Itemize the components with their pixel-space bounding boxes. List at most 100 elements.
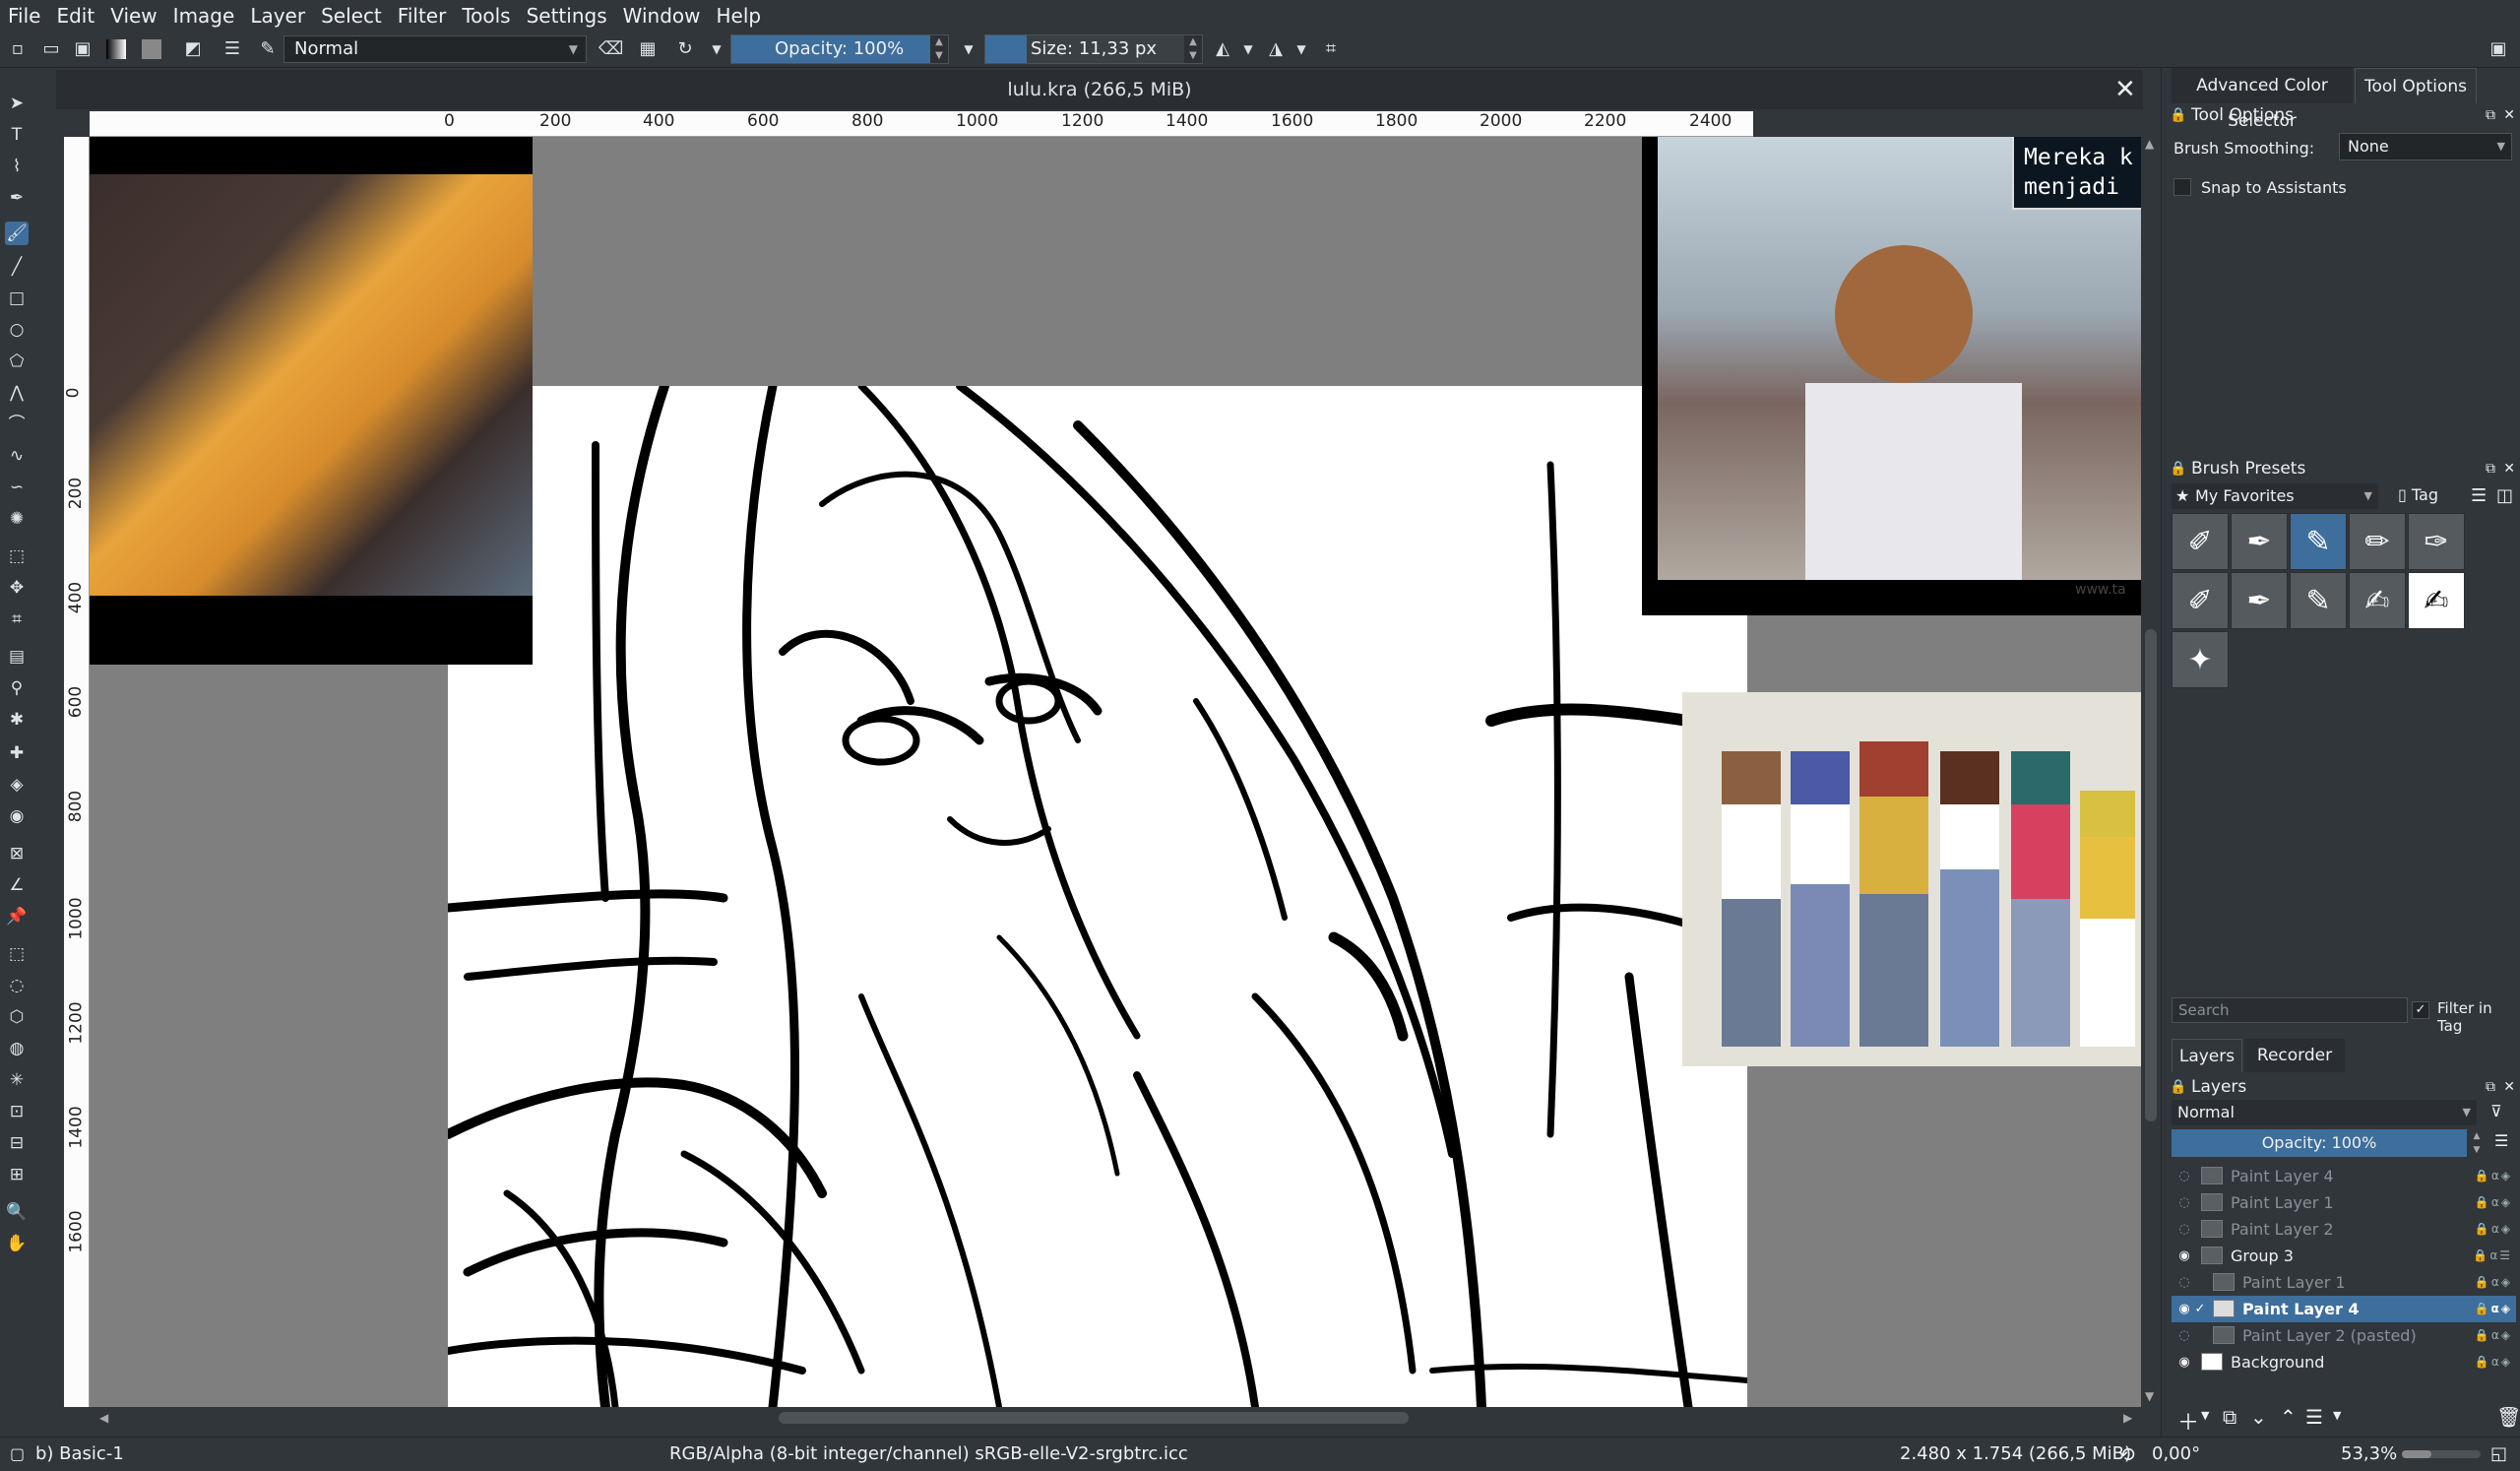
size-spin[interactable]: ▲ ▼ [1184, 35, 1202, 63]
gradient-tool-icon[interactable]: ▤ [5, 645, 29, 669]
filter-in-tag-checkbox[interactable]: ✓ [2412, 1001, 2429, 1019]
vertical-ruler[interactable]: 0 200 400 600 800 1000 1200 1400 1600 [63, 137, 90, 1407]
colorize-mask-icon[interactable]: ✚ [5, 741, 29, 765]
delete-layer-icon[interactable]: 🗑 [2496, 1405, 2520, 1429]
menu-window[interactable]: Window [623, 4, 701, 28]
chevron-down-icon[interactable]: ▼ [2333, 1409, 2341, 1422]
hidden-eye-icon[interactable]: ◌ [2175, 1216, 2193, 1243]
sketch-canvas[interactable] [448, 386, 1747, 1407]
rect-select-icon[interactable]: ⬚ [5, 942, 29, 966]
brush-preset-watercolor[interactable]: ✎ [2290, 572, 2347, 629]
rectangle-tool-icon[interactable]: □ [5, 287, 29, 310]
polyline-tool-icon[interactable]: ⋀ [5, 381, 29, 405]
close-document-icon[interactable]: ✕ [2114, 75, 2136, 104]
hidden-eye-icon[interactable]: ◌ [2175, 1322, 2193, 1349]
chevron-down-icon[interactable]: ▼ [1236, 37, 1260, 61]
brush-preset-basic[interactable]: ✎ [2290, 513, 2347, 570]
select-shapes-icon[interactable]: ➤ [5, 92, 29, 115]
brush-preset-pencil[interactable]: ✏ [2349, 513, 2406, 570]
reload-preset-icon[interactable]: ↻ [673, 37, 697, 61]
menu-image[interactable]: Image [173, 4, 235, 28]
magnetic-select-icon[interactable]: ⊞ [5, 1163, 29, 1186]
menu-view[interactable]: View [110, 4, 157, 28]
chevron-down-icon[interactable]: ▼ [705, 37, 728, 61]
layer-row[interactable]: ◌ Paint Layer 4 🔒α◈ [2172, 1163, 2516, 1189]
chevron-down-icon[interactable]: ▼ [1290, 37, 1313, 61]
brush-preset-lineart[interactable]: ✍ [2408, 572, 2465, 629]
freehand-brush-icon[interactable]: 🖌 [5, 222, 29, 245]
tab-layers[interactable]: Layers [2172, 1039, 2242, 1072]
tab-tool-options[interactable]: Tool Options [2355, 68, 2477, 103]
menu-help[interactable]: Help [716, 4, 761, 28]
brush-preset-icon[interactable]: ✎ [256, 37, 280, 61]
brush-smoothing-select[interactable]: None ▼ [2339, 133, 2512, 160]
wrap-around-icon[interactable]: ⌗ [1319, 37, 1343, 61]
vertical-scroll-thumb[interactable] [2145, 629, 2157, 1121]
transform-tool-icon[interactable]: ⬚ [5, 544, 29, 568]
chevron-down-icon[interactable]: ▼ [2201, 1409, 2209, 1422]
menu-filter[interactable]: Filter [398, 4, 447, 28]
layer-blend-select[interactable]: Normal ▼ [2172, 1100, 2477, 1125]
ellipse-select-icon[interactable]: ◌ [5, 974, 29, 997]
scroll-down-icon[interactable]: ▼ [2145, 1389, 2154, 1403]
eye-icon[interactable]: ◉ [2175, 1349, 2193, 1375]
hidden-eye-icon[interactable]: ◌ [2175, 1163, 2193, 1189]
brush-preset-blender[interactable]: ✍ [2349, 572, 2406, 629]
menu-file[interactable]: File [8, 4, 40, 28]
text-tool-icon[interactable]: T [5, 123, 29, 147]
lock-alpha-icons[interactable]: 🔒α◈ [2475, 1269, 2512, 1296]
assistant-tool-icon[interactable]: ⊠ [5, 842, 29, 865]
opacity-slider[interactable]: Opacity: 100% ▲ ▼ [730, 34, 949, 64]
move-tool-icon[interactable]: ✥ [5, 576, 29, 600]
rotate-icon[interactable]: ⟲ [2118, 1438, 2135, 1471]
horizontal-ruler[interactable]: 0 200 400 600 800 1000 1200 1400 1600 18… [90, 111, 1753, 137]
tab-recorder[interactable]: Recorder [2244, 1039, 2345, 1072]
hidden-eye-icon[interactable]: ◌ [2175, 1189, 2193, 1216]
zoom-tool-icon[interactable]: 🔍 [5, 1200, 29, 1224]
chevron-down-icon[interactable]: ▼ [957, 37, 980, 61]
lock-alpha-icons[interactable]: 🔒α◈ [2475, 1322, 2512, 1349]
layer-row-selected[interactable]: ◉ ✓ Paint Layer 4 🔒α◈ [2172, 1296, 2516, 1322]
brush-preset-airbrush[interactable]: ✑ [2408, 513, 2465, 570]
reference-image-girl[interactable] [90, 137, 533, 665]
size-slider[interactable]: Size: 11,33 px ▲ ▼ [984, 34, 1203, 64]
layer-row[interactable]: ◌ Paint Layer 1 🔒α◈ [2172, 1269, 2516, 1296]
line-tool-icon[interactable]: ╱ [5, 255, 29, 279]
tab-advanced-color-selector[interactable]: Advanced Color Selector [2172, 68, 2353, 131]
brush-settings-icon[interactable]: ☰ [220, 37, 244, 61]
add-layer-icon[interactable]: ＋ [2177, 1405, 2199, 1437]
layer-opacity-slider[interactable]: Opacity: 100% [2172, 1129, 2467, 1157]
mirror-horizontal-icon[interactable]: ◭ [1211, 37, 1234, 61]
layer-down-icon[interactable]: ⌄ [2250, 1405, 2267, 1429]
menu-select[interactable]: Select [321, 4, 382, 28]
brush-preset-fine[interactable]: ✐ [2172, 572, 2229, 629]
close-icon[interactable]: ✕ [2503, 1076, 2515, 1098]
reference-image-boy[interactable]: Mereka k menjadi www.ta [1642, 137, 2141, 615]
canvas[interactable]: Mereka k menjadi www.ta [90, 137, 2141, 1407]
ellipse-tool-icon[interactable]: ○ [5, 318, 29, 342]
snap-assistants-checkbox[interactable] [2174, 178, 2191, 196]
lock-alpha-icons[interactable]: 🔒α◈ [2475, 1163, 2512, 1189]
lock-alpha-icons[interactable]: 🔒α☰ [2473, 1243, 2512, 1269]
crop-tool-icon[interactable]: ⌗ [5, 608, 29, 631]
horizontal-scroll-thumb[interactable] [779, 1412, 1409, 1424]
blend-mode-select[interactable]: Normal ▼ [284, 35, 587, 63]
layer-row[interactable]: ◌ Paint Layer 2 🔒α◈ [2172, 1216, 2516, 1243]
hidden-eye-icon[interactable]: ◌ [2175, 1269, 2193, 1296]
scroll-left-icon[interactable]: ◀ [99, 1411, 108, 1425]
preserve-alpha-icon[interactable]: ▦ [636, 37, 660, 61]
layer-up-icon[interactable]: ⌃ [2280, 1405, 2297, 1429]
lock-alpha-icons[interactable]: 🔒α◈ [2475, 1349, 2512, 1375]
pattern-icon[interactable] [142, 39, 161, 59]
smart-patch-icon[interactable]: ✱ [5, 708, 29, 732]
layer-properties-icon[interactable]: ☰ [2305, 1405, 2323, 1429]
save-icon[interactable]: ▣ [71, 37, 94, 61]
freehand-select-icon[interactable]: ◍ [5, 1037, 29, 1060]
lock-icon[interactable]: 🔒 [2170, 1076, 2186, 1098]
menu-icon[interactable]: ☰ [2471, 485, 2487, 506]
document-tab[interactable]: lulu.kra (266,5 MiB) [56, 70, 2143, 109]
color-swap-icon[interactable]: ◩ [181, 37, 205, 61]
layer-opacity-spin[interactable]: ▲ ▼ [2469, 1129, 2485, 1157]
panel-toggle-icon[interactable]: ▣ [2487, 37, 2510, 61]
brush-preset-marker[interactable]: ✒ [2231, 572, 2288, 629]
